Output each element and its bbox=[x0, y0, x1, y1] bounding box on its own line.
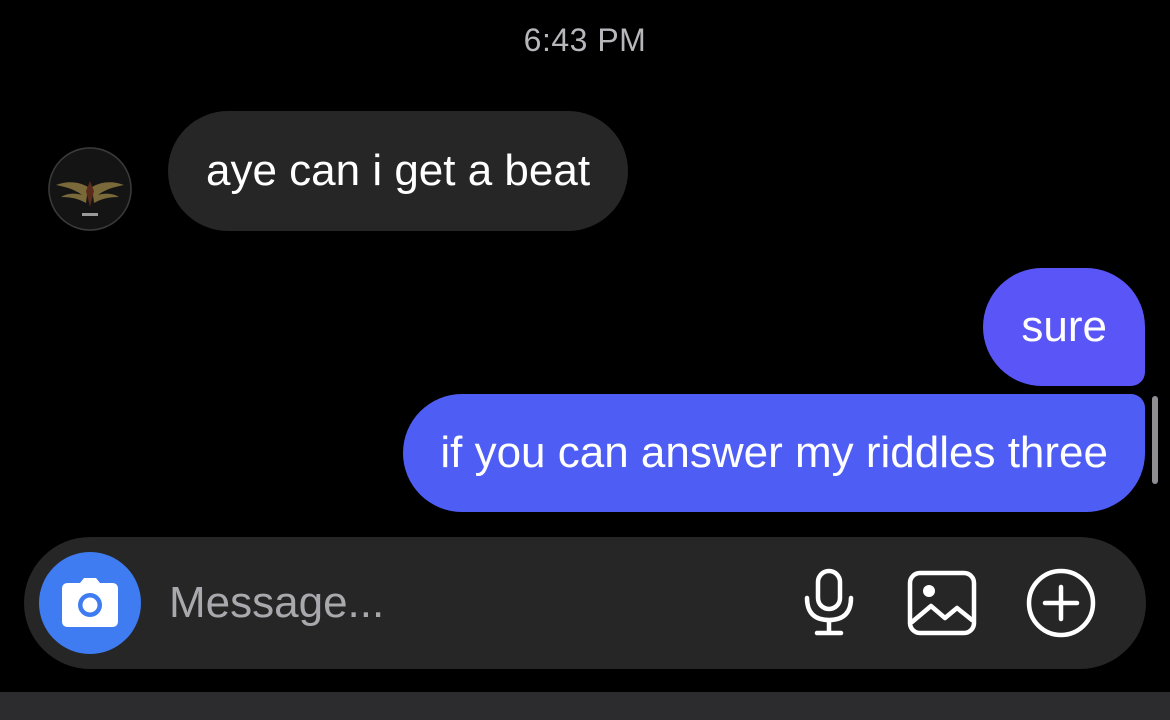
message-composer bbox=[24, 537, 1146, 669]
incoming-message-bubble[interactable]: aye can i get a beat bbox=[168, 111, 629, 231]
bottom-bar bbox=[0, 692, 1170, 720]
more-options-button[interactable] bbox=[1024, 566, 1098, 640]
message-text: aye can i get a beat bbox=[206, 146, 591, 195]
outgoing-message-bubble[interactable]: sure bbox=[983, 268, 1145, 386]
chat-screen: 6:43 PM aye can i get a beat sure if you… bbox=[0, 0, 1170, 720]
message-timestamp: 6:43 PM bbox=[523, 22, 647, 58]
camera-button[interactable] bbox=[39, 552, 141, 654]
message-text: if you can answer my riddles three bbox=[440, 428, 1108, 477]
avatar-wings-emblem-icon bbox=[48, 147, 132, 231]
message-text: sure bbox=[1021, 302, 1107, 351]
microphone-icon bbox=[804, 568, 854, 636]
avatar[interactable] bbox=[48, 147, 132, 231]
gallery-icon bbox=[907, 570, 977, 636]
microphone-button[interactable] bbox=[794, 565, 864, 641]
message-input[interactable] bbox=[169, 573, 729, 633]
camera-icon bbox=[62, 578, 118, 627]
gallery-button[interactable] bbox=[904, 567, 980, 639]
outgoing-message-bubble[interactable]: if you can answer my riddles three bbox=[403, 394, 1145, 512]
scrollbar[interactable] bbox=[1152, 396, 1158, 484]
plus-circle-icon bbox=[1026, 568, 1096, 638]
